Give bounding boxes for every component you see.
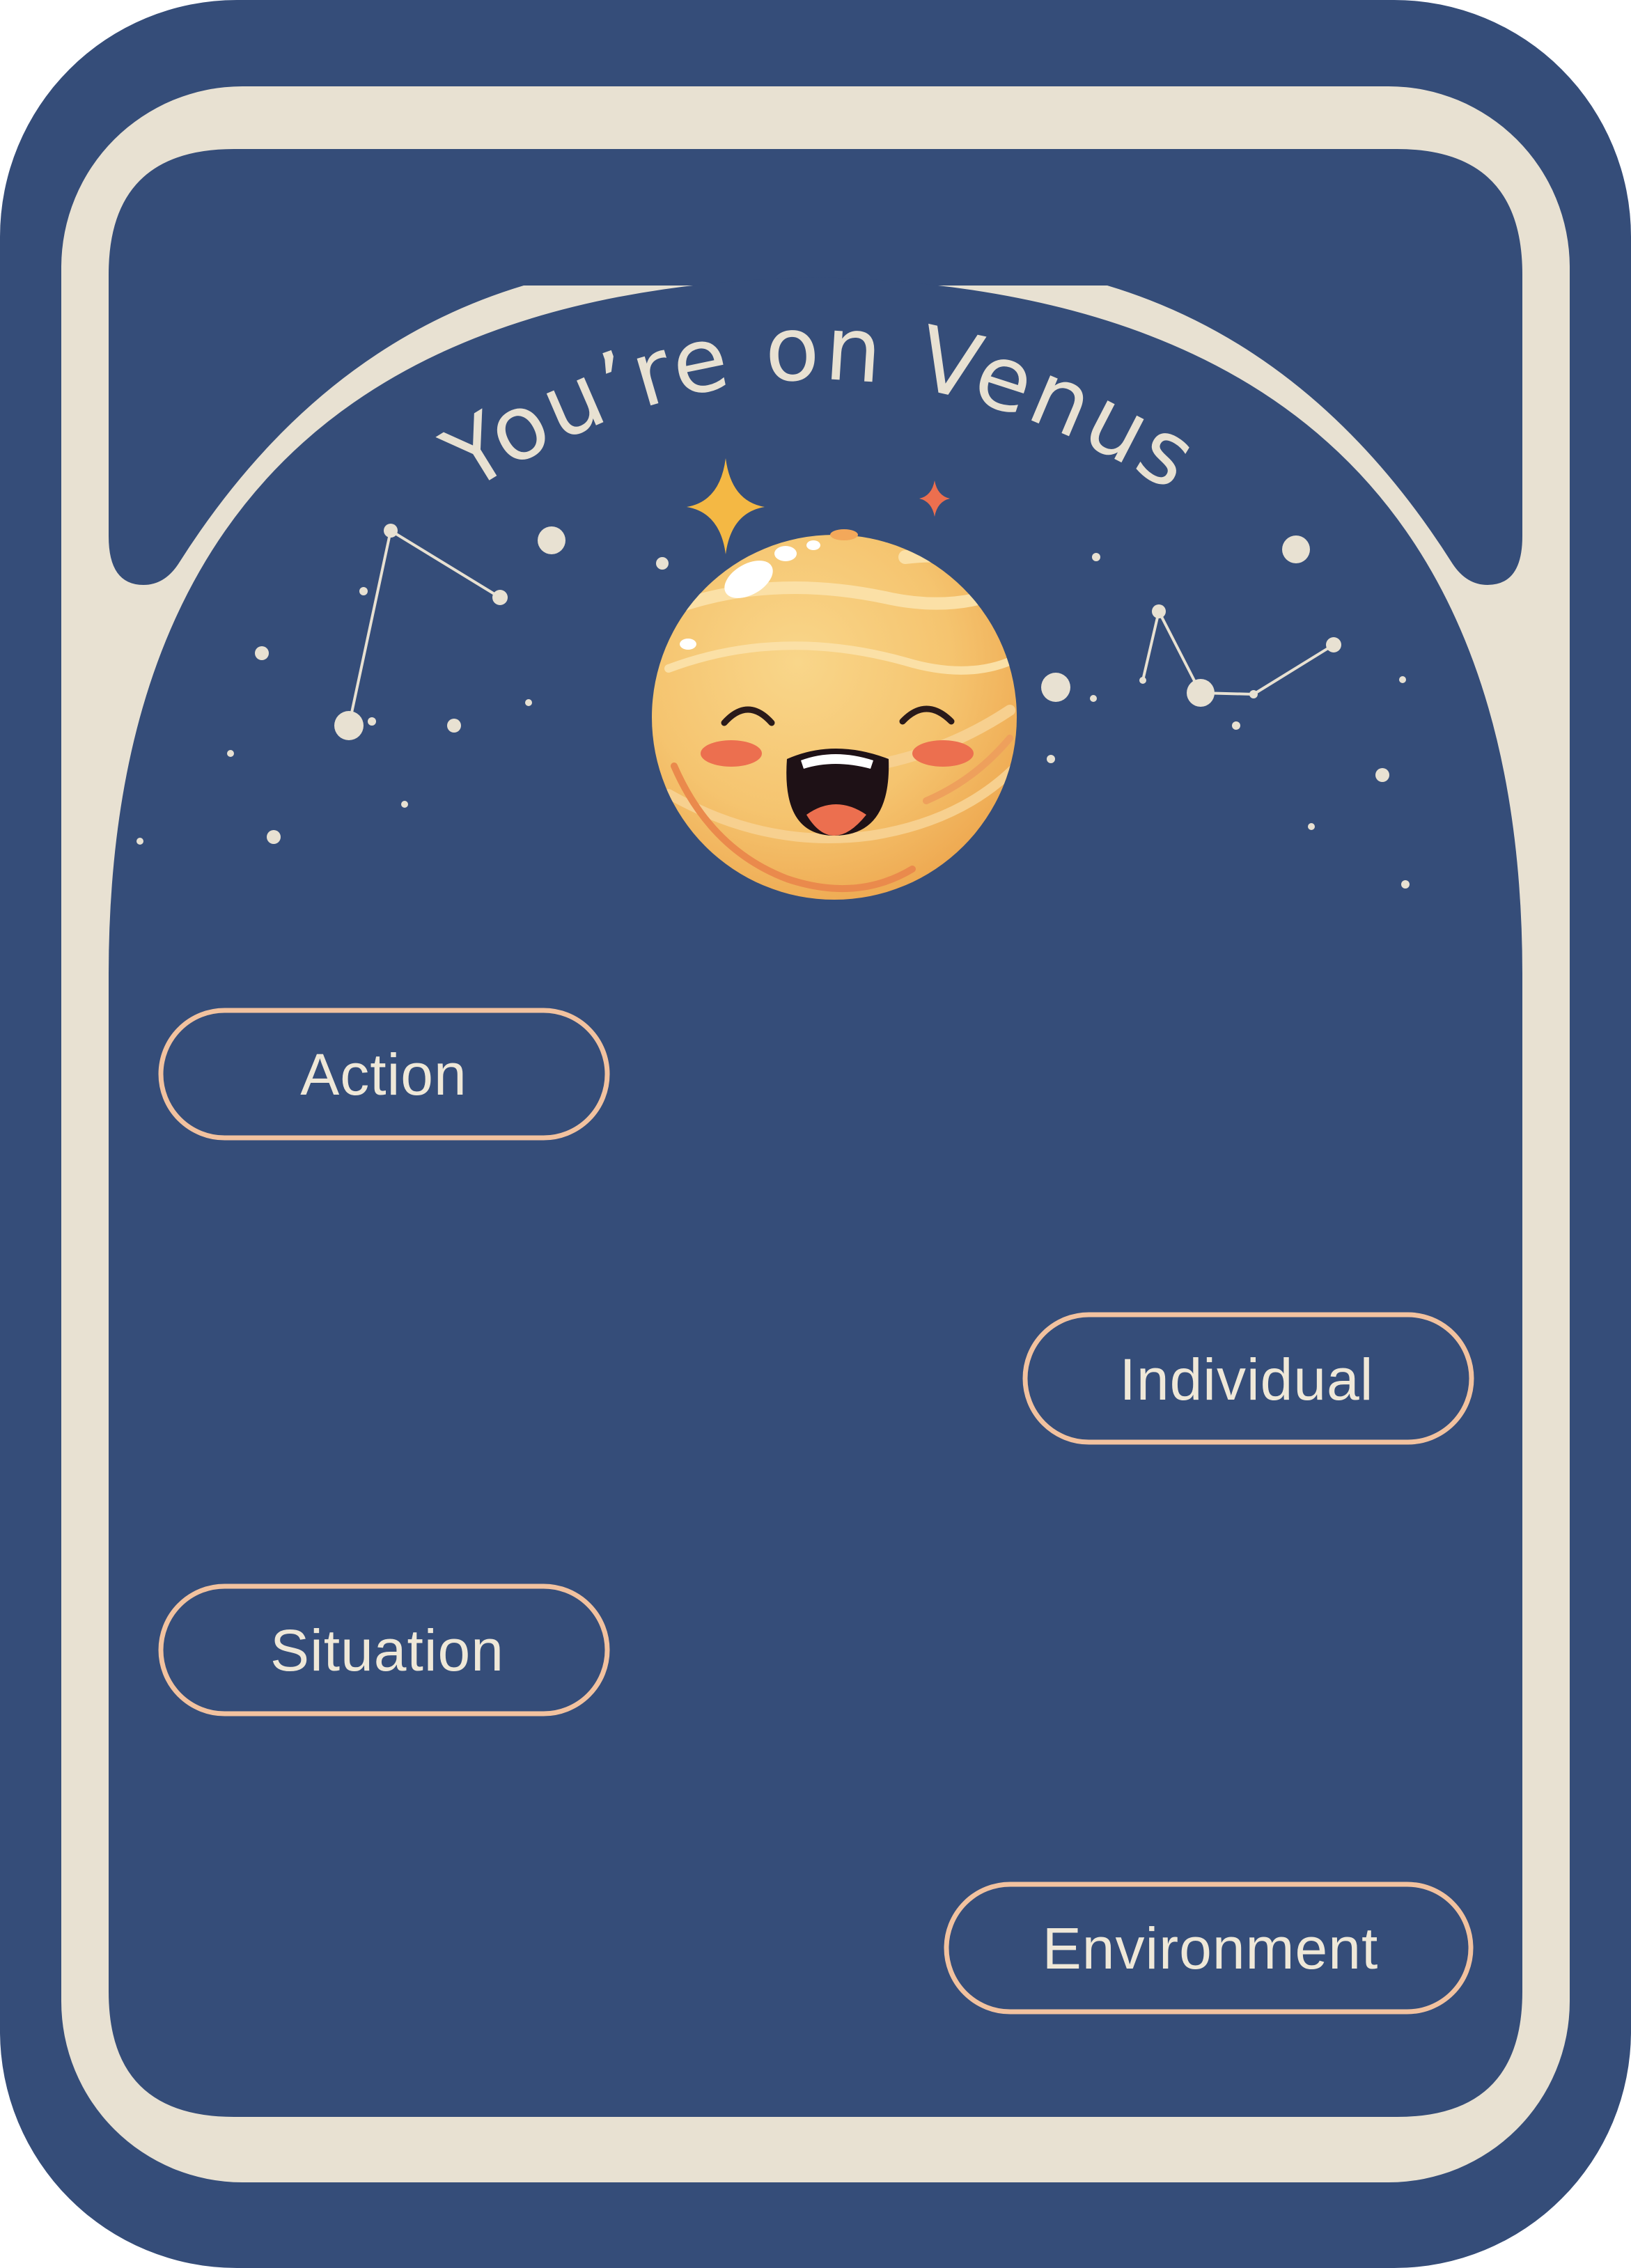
star-dot bbox=[1047, 755, 1055, 763]
star-dot bbox=[1041, 673, 1070, 702]
star-dot bbox=[1232, 721, 1240, 730]
category-action-button[interactable]: Action bbox=[158, 1008, 610, 1141]
star-dot bbox=[538, 526, 565, 554]
star-dot bbox=[1282, 535, 1310, 563]
category-label: Action bbox=[300, 1042, 467, 1107]
star-dot bbox=[447, 719, 461, 733]
star-dot bbox=[1090, 695, 1097, 702]
category-label: Situation bbox=[270, 1618, 504, 1683]
star-dot bbox=[227, 750, 234, 757]
star-dot bbox=[1401, 880, 1410, 889]
star-dot bbox=[255, 646, 269, 660]
category-environment-button[interactable]: Environment bbox=[944, 1882, 1474, 2015]
category-individual-button[interactable]: Individual bbox=[1022, 1312, 1474, 1445]
star-dot bbox=[1375, 768, 1389, 782]
star-dot bbox=[359, 587, 368, 595]
star-dot bbox=[1308, 823, 1315, 830]
star-dot bbox=[368, 717, 376, 726]
category-label: Individual bbox=[1120, 1347, 1374, 1412]
star-dot bbox=[401, 801, 408, 808]
star-dot bbox=[267, 830, 281, 844]
star-dot bbox=[136, 838, 143, 845]
category-situation-button[interactable]: Situation bbox=[158, 1583, 610, 1716]
venus-card: You’re on Venus Action Individual Situat… bbox=[0, 0, 1631, 2268]
category-label: Environment bbox=[1043, 1916, 1379, 1981]
star-dot bbox=[656, 557, 669, 570]
star-dot bbox=[1399, 676, 1406, 683]
star-dot bbox=[525, 699, 532, 706]
star-dot bbox=[1092, 553, 1100, 561]
card-canvas: You’re on Venus Action Individual Situat… bbox=[0, 0, 1631, 2268]
